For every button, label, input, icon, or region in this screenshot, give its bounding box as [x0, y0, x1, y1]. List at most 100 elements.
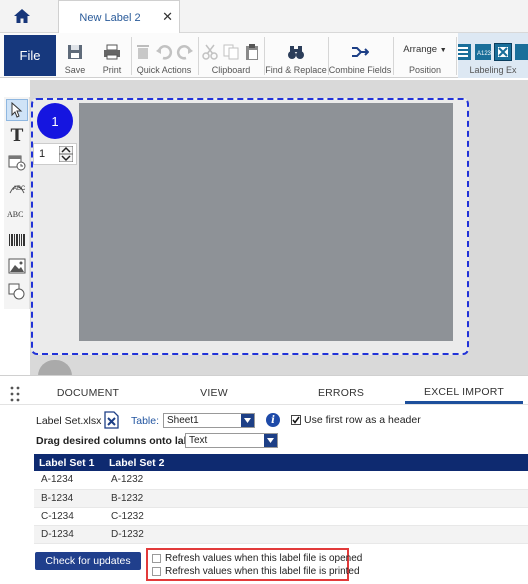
text-icon: T — [10, 126, 24, 146]
svg-text:ABC: ABC — [7, 210, 23, 219]
ribbon-separator — [456, 37, 457, 75]
refresh-on-print-label: Refresh values when this label file is p… — [165, 566, 360, 577]
arrange-dropdown[interactable]: Arrange ▼ — [403, 44, 446, 55]
copy-icon — [223, 44, 239, 60]
close-tab-icon[interactable]: ✕ — [162, 10, 173, 23]
info-icon[interactable]: i — [266, 413, 280, 427]
table-cell: C-1232 — [104, 507, 528, 526]
chevron-down-icon — [241, 414, 254, 427]
table-dropdown[interactable]: Sheet1 — [163, 413, 255, 428]
first-row-header-label: Use first row as a header — [304, 414, 421, 426]
first-row-header-checkbox[interactable] — [291, 415, 301, 425]
position-group[interactable]: Arrange ▼ Position — [396, 33, 454, 78]
drag-columns-label: Drag desired columns onto label: — [36, 435, 203, 447]
image-icon — [8, 258, 26, 274]
refresh-on-print-checkbox[interactable] — [152, 567, 161, 576]
find-replace-group[interactable]: Find & Replace — [265, 33, 327, 78]
sequence-icon: ABC — [7, 210, 23, 219]
curved-text-tool[interactable]: ABC — [6, 177, 28, 199]
barcode-tool[interactable] — [6, 229, 28, 251]
clipboard-group[interactable]: Clipboard — [200, 33, 262, 78]
sequential-text-tool[interactable]: ABC — [6, 203, 28, 225]
document-tab-title: New Label 2 — [79, 11, 141, 24]
arrange-label: Arrange — [403, 43, 438, 55]
refresh-on-print-option[interactable]: Refresh values when this label file is p… — [152, 566, 360, 577]
table-header-row: Label Set 1 Label Set 2 — [34, 454, 528, 471]
tab-divider — [0, 404, 528, 405]
table-row: B-1234 B-1232 — [34, 489, 528, 508]
table-cell: D-1234 — [34, 525, 104, 544]
position-label: Position — [408, 65, 442, 75]
column-type-dropdown[interactable]: Text — [185, 433, 278, 448]
refresh-on-open-checkbox[interactable] — [152, 554, 161, 563]
excel-data-table: Label Set 1 Label Set 2 A-1234 A-1232 B-… — [34, 454, 528, 544]
column-header[interactable]: Label Set 1 — [34, 454, 104, 471]
serialize-icon — [515, 44, 528, 60]
copies-stepper[interactable]: 1 — [33, 143, 77, 165]
table-cell: A-1232 — [104, 471, 528, 490]
pointer-icon — [11, 102, 23, 118]
chevron-down-icon — [264, 434, 277, 447]
auto-increment-icon: A123 — [475, 44, 492, 60]
chevron-down-icon: ▼ — [439, 46, 447, 54]
labeling-group[interactable]: A123 Labeling Ex — [458, 33, 528, 78]
paste-icon — [246, 44, 258, 60]
date-time-tool[interactable] — [6, 151, 28, 173]
labeling-label: Labeling Ex — [469, 65, 517, 75]
svg-text:ABC: ABC — [13, 186, 26, 192]
quick-actions-group[interactable]: Quick Actions — [134, 33, 194, 78]
save-icon — [68, 45, 82, 59]
table-row: D-1234 D-1232 — [34, 525, 528, 544]
delete-icon — [137, 45, 149, 59]
text-tool[interactable]: T — [6, 125, 28, 147]
home-button[interactable] — [0, 0, 44, 32]
table-dropdown-value: Sheet1 — [167, 415, 199, 426]
excel-remove-icon[interactable] — [104, 411, 120, 429]
save-label: Save — [64, 65, 86, 75]
ribbon-separator — [393, 37, 394, 75]
excel-import-icon — [494, 43, 512, 61]
refresh-options-highlight: Refresh values when this label file is o… — [146, 548, 362, 581]
svg-text:A123: A123 — [477, 51, 492, 57]
refresh-on-open-label: Refresh values when this label file is o… — [165, 553, 363, 564]
table-cell: B-1232 — [104, 489, 528, 508]
shapes-icon — [8, 283, 25, 300]
shape-tool[interactable] — [6, 281, 28, 303]
column-header[interactable]: Label Set 2 — [104, 454, 528, 471]
drag-handle-icon[interactable] — [10, 386, 20, 402]
undo-icon — [156, 45, 173, 60]
table-row: C-1234 C-1232 — [34, 507, 528, 526]
copies-value: 1 — [39, 148, 46, 160]
print-group[interactable]: Print — [97, 33, 127, 78]
excel-file-name: Label Set.xlsx — [36, 415, 102, 427]
checkmark-icon — [292, 416, 300, 424]
tab-errors[interactable]: ERRORS — [282, 382, 400, 404]
image-tool[interactable] — [6, 255, 28, 277]
page-number-badge[interactable]: 1 — [37, 103, 73, 139]
barcode-icon — [9, 234, 25, 246]
document-tab[interactable]: New Label 2 ✕ — [58, 0, 180, 34]
check-for-updates-button[interactable]: Check for updates — [35, 552, 141, 570]
clipboard-label: Clipboard — [211, 65, 251, 75]
curved-text-icon: ABC — [9, 185, 26, 194]
select-tool[interactable] — [6, 99, 28, 121]
refresh-on-open-option[interactable]: Refresh values when this label file is o… — [152, 553, 362, 564]
table-row: A-1234 A-1232 — [34, 471, 528, 490]
file-button[interactable]: File — [4, 35, 56, 76]
label-face[interactable] — [79, 103, 453, 341]
quick-actions-label: Quick Actions — [136, 65, 192, 75]
tab-document[interactable]: DOCUMENT — [30, 382, 146, 404]
combine-fields-label: Combine Fields — [328, 65, 392, 75]
tab-view[interactable]: VIEW — [155, 382, 273, 404]
save-group[interactable]: Save — [62, 33, 88, 78]
ribbon-separator — [198, 37, 199, 75]
spinner-arrows-icon[interactable] — [59, 146, 73, 162]
table-cell: A-1234 — [34, 471, 104, 490]
tool-strip: T ABC ABC — [4, 97, 30, 309]
ribbon-separator — [131, 37, 132, 75]
combine-fields-group[interactable]: Combine Fields — [328, 33, 392, 78]
table-label: Table: — [131, 415, 160, 427]
table-cell: C-1234 — [34, 507, 104, 526]
tab-excel-import[interactable]: EXCEL IMPORT — [405, 382, 523, 404]
table-cell: B-1234 — [34, 489, 104, 508]
